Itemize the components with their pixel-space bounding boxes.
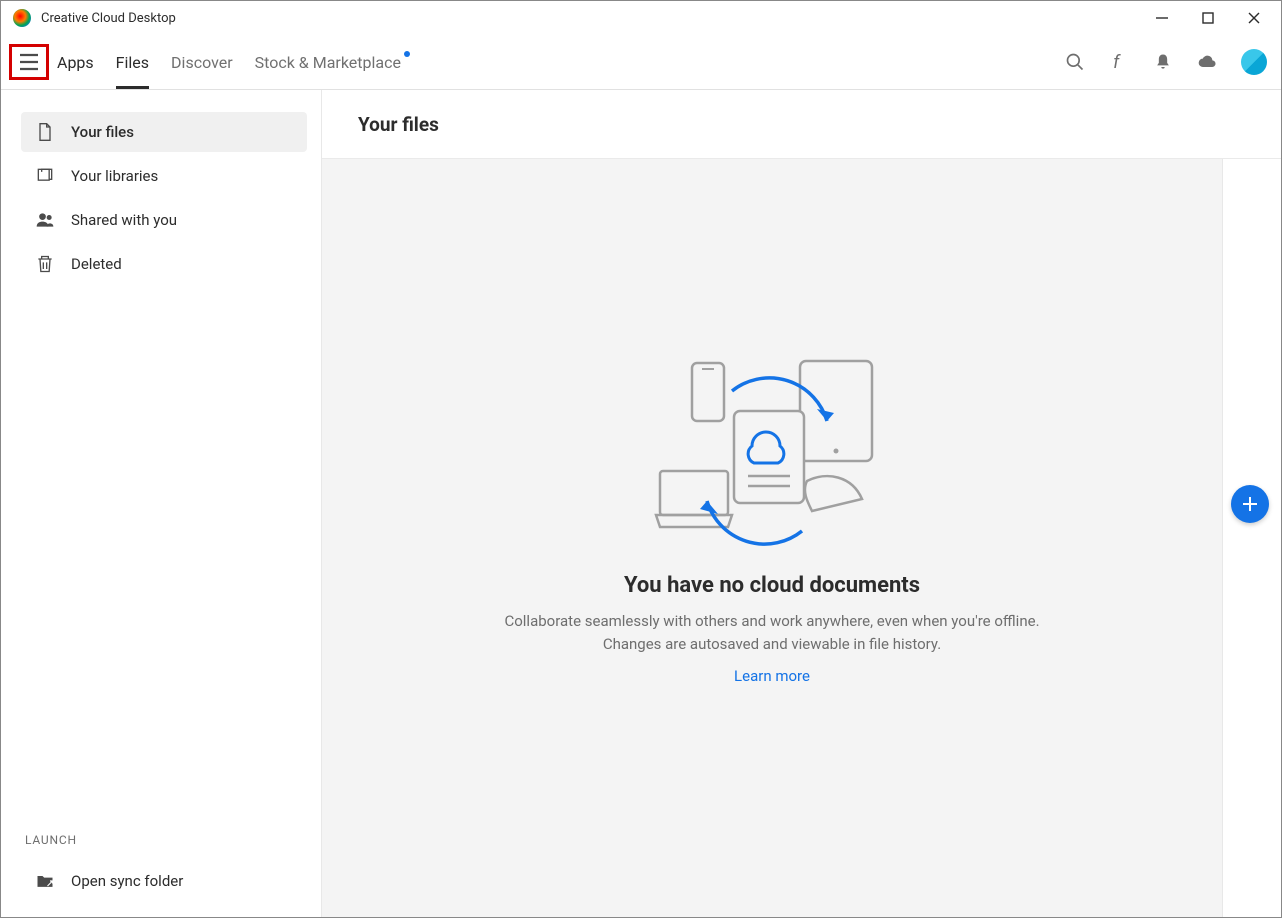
people-icon xyxy=(35,210,55,230)
cloud-icon xyxy=(1197,51,1217,73)
window-close-button[interactable] xyxy=(1245,9,1263,27)
tab-label: Discover xyxy=(171,53,233,72)
add-button[interactable] xyxy=(1231,485,1269,523)
tab-stock[interactable]: Stock & Marketplace xyxy=(255,35,407,89)
search-button[interactable] xyxy=(1065,52,1085,72)
content-header: Your files xyxy=(322,90,1281,159)
sidebar-item-label: Your libraries xyxy=(71,167,158,185)
sidebar-item-deleted[interactable]: Deleted xyxy=(21,244,307,284)
sidebar-item-label: Open sync folder xyxy=(71,872,183,890)
sidebar-item-label: Deleted xyxy=(71,255,122,273)
sidebar-item-label: Shared with you xyxy=(71,211,177,229)
launch-section: LAUNCH Open sync folder xyxy=(21,833,307,901)
launch-heading: LAUNCH xyxy=(25,833,307,847)
sidebar-item-shared[interactable]: Shared with you xyxy=(21,200,307,240)
sidebar-item-label: Your files xyxy=(71,123,134,141)
learn-more-link[interactable]: Learn more xyxy=(734,667,810,685)
tab-label: Stock & Marketplace xyxy=(255,53,401,72)
folder-sync-icon xyxy=(35,871,55,891)
sidebar-item-your-libraries[interactable]: Your libraries xyxy=(21,156,307,196)
tab-label: Files xyxy=(116,53,149,72)
cloud-sync-button[interactable] xyxy=(1197,52,1217,72)
empty-illustration-icon xyxy=(652,351,892,561)
main-panel: Your files xyxy=(321,90,1281,917)
trash-icon xyxy=(35,254,55,274)
svg-text:f: f xyxy=(1113,52,1121,73)
window-titlebar: Creative Cloud Desktop xyxy=(1,1,1281,35)
hamburger-icon xyxy=(19,53,39,71)
tab-files[interactable]: Files xyxy=(116,35,149,89)
menu-button[interactable] xyxy=(19,53,39,71)
app-icon xyxy=(13,9,31,27)
window-maximize-button[interactable] xyxy=(1199,9,1217,27)
plus-icon xyxy=(1241,495,1259,513)
body: Your files Your libraries Shared with yo… xyxy=(1,90,1281,917)
notification-dot-icon xyxy=(404,51,410,57)
bell-icon xyxy=(1153,51,1173,73)
content-area: You have no cloud documents Collaborate … xyxy=(322,159,1223,917)
libraries-icon xyxy=(35,166,55,186)
tab-apps[interactable]: Apps xyxy=(57,35,94,89)
search-icon xyxy=(1065,51,1085,73)
account-avatar[interactable] xyxy=(1241,49,1267,75)
empty-description: Collaborate seamlessly with others and w… xyxy=(492,610,1052,657)
tab-label: Apps xyxy=(57,53,94,72)
window-title: Creative Cloud Desktop xyxy=(41,11,176,26)
empty-state: You have no cloud documents Collaborate … xyxy=(492,351,1052,726)
sidebar-item-open-sync-folder[interactable]: Open sync folder xyxy=(21,861,307,901)
notifications-button[interactable] xyxy=(1153,52,1173,72)
main-header: Apps Files Discover Stock & Marketplace … xyxy=(1,35,1281,90)
sidebar-item-your-files[interactable]: Your files xyxy=(21,112,307,152)
nav-tabs: Apps Files Discover Stock & Marketplace xyxy=(57,35,407,89)
fonts-button[interactable]: f xyxy=(1109,52,1129,72)
tab-discover[interactable]: Discover xyxy=(171,35,233,89)
file-icon xyxy=(35,122,55,142)
window-minimize-button[interactable] xyxy=(1153,9,1171,27)
fonts-icon: f xyxy=(1109,51,1129,73)
menu-button-highlight xyxy=(9,44,49,80)
empty-title: You have no cloud documents xyxy=(492,573,1052,598)
sidebar: Your files Your libraries Shared with yo… xyxy=(1,90,321,917)
page-title: Your files xyxy=(358,113,439,136)
